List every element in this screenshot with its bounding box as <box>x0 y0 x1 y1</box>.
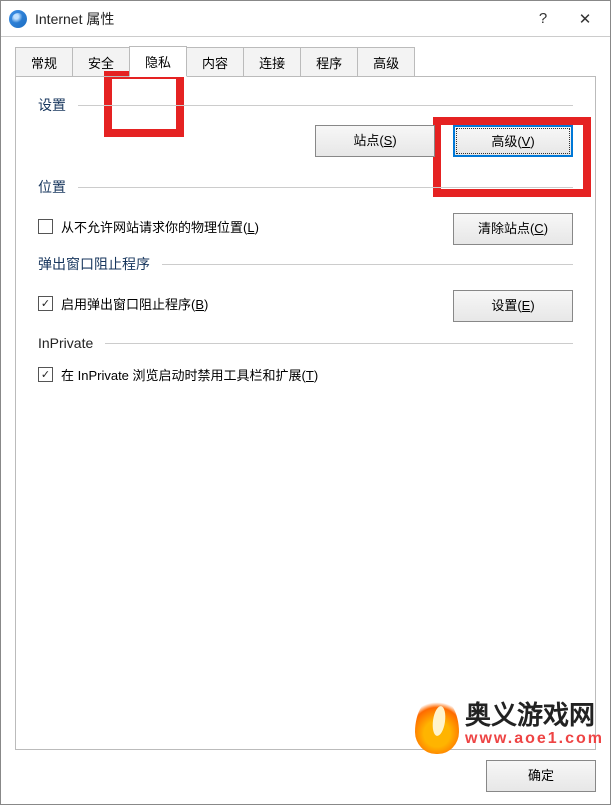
help-button[interactable]: ? <box>522 5 564 33</box>
titlebar: Internet 属性 ? ✕ <box>1 1 610 37</box>
inprivate-disable-ext-row[interactable]: 在 InPrivate 浏览启动时禁用工具栏和扩展(T) <box>38 365 573 384</box>
tab-security[interactable]: 安全 <box>72 47 130 77</box>
settings-buttons-row: 站点(S) 高级(V) <box>38 125 573 157</box>
popup-blocker-checkbox[interactable] <box>38 296 53 311</box>
section-inprivate: InPrivate <box>38 335 573 351</box>
section-settings-label: 设置 <box>38 95 66 115</box>
internet-options-icon <box>9 10 27 28</box>
popup-blocker-label: 启用弹出窗口阻止程序(B) <box>61 294 208 313</box>
dialog-footer: 确定 <box>15 750 596 796</box>
location-row: 从不允许网站请求你的物理位置(L) 清除站点(C) <box>38 203 573 254</box>
popup-row: 启用弹出窗口阻止程序(B) 设置(E) <box>38 280 573 331</box>
inprivate-disable-ext-checkbox[interactable] <box>38 367 53 382</box>
deny-location-checkbox-row[interactable]: 从不允许网站请求你的物理位置(L) <box>38 217 259 236</box>
deny-location-checkbox[interactable] <box>38 219 53 234</box>
section-popup-label: 弹出窗口阻止程序 <box>38 254 150 274</box>
tab-general[interactable]: 常规 <box>15 47 73 77</box>
section-location-label: 位置 <box>38 177 66 197</box>
deny-location-label: 从不允许网站请求你的物理位置(L) <box>61 217 259 236</box>
section-popup: 弹出窗口阻止程序 <box>38 254 573 274</box>
popup-blocker-checkbox-row[interactable]: 启用弹出窗口阻止程序(B) <box>38 294 208 313</box>
ok-button[interactable]: 确定 <box>486 760 596 792</box>
clear-sites-button[interactable]: 清除站点(C) <box>453 213 573 245</box>
section-location: 位置 <box>38 177 573 197</box>
sites-button[interactable]: 站点(S) <box>315 125 435 157</box>
tab-panel-privacy: 设置 站点(S) 高级(V) 位置 从不允许网站请求你的物理位置(L) 清除站点… <box>15 76 596 750</box>
tab-content[interactable]: 内容 <box>186 47 244 77</box>
popup-settings-button[interactable]: 设置(E) <box>453 290 573 322</box>
dialog-window: Internet 属性 ? ✕ 常规 安全 隐私 内容 连接 程序 高级 设置 … <box>0 0 611 805</box>
advanced-button[interactable]: 高级(V) <box>453 125 573 157</box>
tab-privacy[interactable]: 隐私 <box>129 46 187 77</box>
tab-strip: 常规 安全 隐私 内容 连接 程序 高级 <box>15 47 596 77</box>
section-settings: 设置 <box>38 95 573 115</box>
content-area: 常规 安全 隐私 内容 连接 程序 高级 设置 站点(S) 高级(V) 位置 从… <box>1 37 610 804</box>
window-title: Internet 属性 <box>35 9 522 29</box>
close-button[interactable]: ✕ <box>564 5 606 33</box>
inprivate-disable-ext-label: 在 InPrivate 浏览启动时禁用工具栏和扩展(T) <box>61 365 318 384</box>
tab-programs[interactable]: 程序 <box>300 47 358 77</box>
tab-advanced[interactable]: 高级 <box>357 47 415 77</box>
section-inprivate-label: InPrivate <box>38 335 93 351</box>
tab-connections[interactable]: 连接 <box>243 47 301 77</box>
